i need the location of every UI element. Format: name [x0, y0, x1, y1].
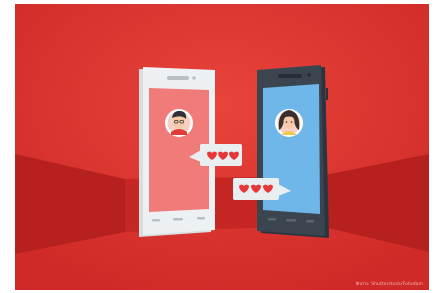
illustration-frame: Фото: Shutterstock/Fotodom: [15, 4, 429, 290]
photo-credit: Фото: Shutterstock/Fotodom: [355, 282, 423, 287]
phone-right: [257, 65, 329, 238]
dating-app-illustration: [15, 4, 429, 290]
girl-avatar: [275, 109, 303, 137]
boy-avatar: [165, 109, 193, 137]
